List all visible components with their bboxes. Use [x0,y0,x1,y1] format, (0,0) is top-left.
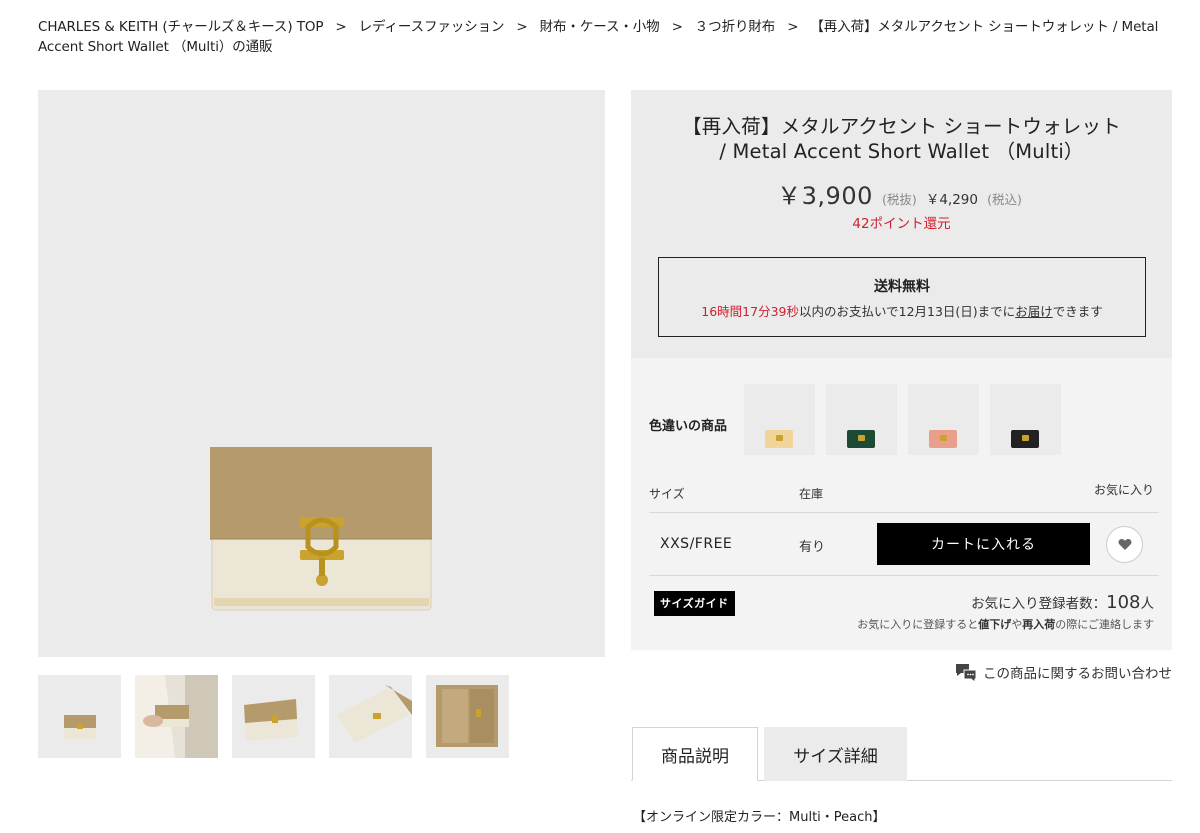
breadcrumb-separator: > [787,19,799,35]
color-variants-label: 色違いの商品 [649,419,728,434]
shipping-box: 送料無料 16時間17分39秒以内のお支払いで12月13日(日)までにお届けでき… [658,257,1146,337]
purchase-panel: 色違いの商品 サイズ 在庫 お気に入り XXS/FREE 有り カートに入れる … [631,358,1172,650]
favorite-header: お気に入り [1093,483,1154,497]
favorite-note-part3: の際にご連絡します [1055,618,1154,631]
favorite-count-label: お気に入り登録者数： [971,596,1107,612]
product-title: 【再入荷】メタルアクセント ショートウォレット / Metal Accent S… [631,114,1172,164]
thumbnail-4[interactable] [329,675,412,758]
clasp-icon [940,435,947,441]
breadcrumb-separator: > [335,19,347,35]
price-with-tax: ￥4,290 [925,192,978,208]
product-title-line-2: / Metal Accent Short Wallet （Multi） [719,140,1084,163]
divider [649,575,1159,576]
product-info-panel: 【再入荷】メタルアクセント ショートウォレット / Metal Accent S… [631,90,1172,358]
thumbnail-3[interactable] [232,675,315,758]
clasp-icon [776,435,783,441]
breadcrumb-trifold-link[interactable]: ３つ折り財布 [695,19,776,35]
color-variants [744,384,1061,455]
wallet-front-image [64,715,96,739]
wallet-open-image [436,685,498,747]
favorite-button[interactable] [1106,526,1143,563]
thumbnail-5[interactable] [426,675,509,758]
favorite-note-restock: 再入荷 [1022,618,1056,631]
clasp-icon [858,435,865,441]
favorite-count-number: 108 [1106,592,1141,613]
favorite-note: お気に入りに登録すると値下げや再入荷の際にご連絡します [857,616,1154,632]
color-swatch-black[interactable] [990,384,1061,455]
breadcrumb-separator: > [671,19,683,35]
shipping-message-part2: できます [1052,304,1103,319]
product-inquiry-link[interactable]: この商品に関するお問い合わせ [955,662,1172,682]
price: ￥3,900 [777,182,873,210]
breadcrumb-top-link[interactable]: CHARLES & KEITH (チャールズ＆キース) TOP [38,19,324,35]
thumbnail-1[interactable] [38,675,121,758]
tax-excluded-note: (税抜) [881,192,917,207]
chat-bubbles-icon [956,664,977,682]
delivery-link[interactable]: お届け [1015,304,1053,319]
description-first-line: 【オンライン限定カラー：Multi・Peach】 [633,810,886,825]
breadcrumb: CHARLES & KEITH (チャールズ＆キース) TOP > レディースファッ… [38,17,1163,57]
heart-icon [1118,539,1131,550]
shipping-message-part1: 以内のお支払いで12月13日(日)までに [798,304,1016,319]
shipping-message: 16時間17分39秒以内のお支払いで12月13日(日)までにお届けできます [659,301,1145,320]
favorite-note-part1: お気に入りに登録すると [857,618,979,631]
favorite-count-unit: 人 [1140,596,1155,612]
color-swatch-yellow[interactable] [744,384,815,455]
clasp-icon [1022,435,1029,441]
favorite-count: お気に入り登録者数：108人 [971,592,1154,613]
tab-product-description[interactable]: 商品説明 [632,727,758,781]
wallet-closeup-image [337,685,412,743]
main-product-image[interactable] [38,90,605,657]
points-reward: 42ポイント還元 [852,216,951,232]
shipping-title: 送料無料 [874,279,930,295]
size-guide-button[interactable]: サイズガイド [654,591,735,616]
color-swatch-green[interactable] [826,384,897,455]
tax-included-note: (税込) [987,192,1022,207]
add-to-cart-button[interactable]: カートに入れる [877,523,1090,565]
breadcrumb-ladies-link[interactable]: レディースファッション [359,19,505,35]
tab-size-details[interactable]: サイズ詳細 [764,727,907,781]
size-header: サイズ [649,487,685,501]
product-inquiry-label: この商品に関するお問い合わせ [983,666,1172,682]
thumbnail-strip [38,675,509,758]
thumbnail-2[interactable] [135,675,218,758]
divider [649,512,1159,513]
product-title-line-1: 【再入荷】メタルアクセント ショートウォレット [682,115,1121,138]
wallet-illustration [210,447,432,611]
color-swatch-peach[interactable] [908,384,979,455]
size-value: XXS/FREE [660,536,733,552]
favorite-note-part2: や [1011,618,1023,631]
shipping-countdown: 16時間17分39秒 [701,304,799,319]
stock-header: 在庫 [799,487,824,501]
stock-value: 有り [799,540,826,555]
breadcrumb-wallets-link[interactable]: 財布・ケース・小物 [540,19,660,35]
price-row: ￥3,900 (税抜) ￥4,290 (税込) [631,176,1172,211]
favorite-note-price-drop: 値下げ [978,618,1012,631]
wallet-angle-image [244,699,298,741]
breadcrumb-separator: > [516,19,528,35]
model-holding-wallet-image [135,675,218,758]
